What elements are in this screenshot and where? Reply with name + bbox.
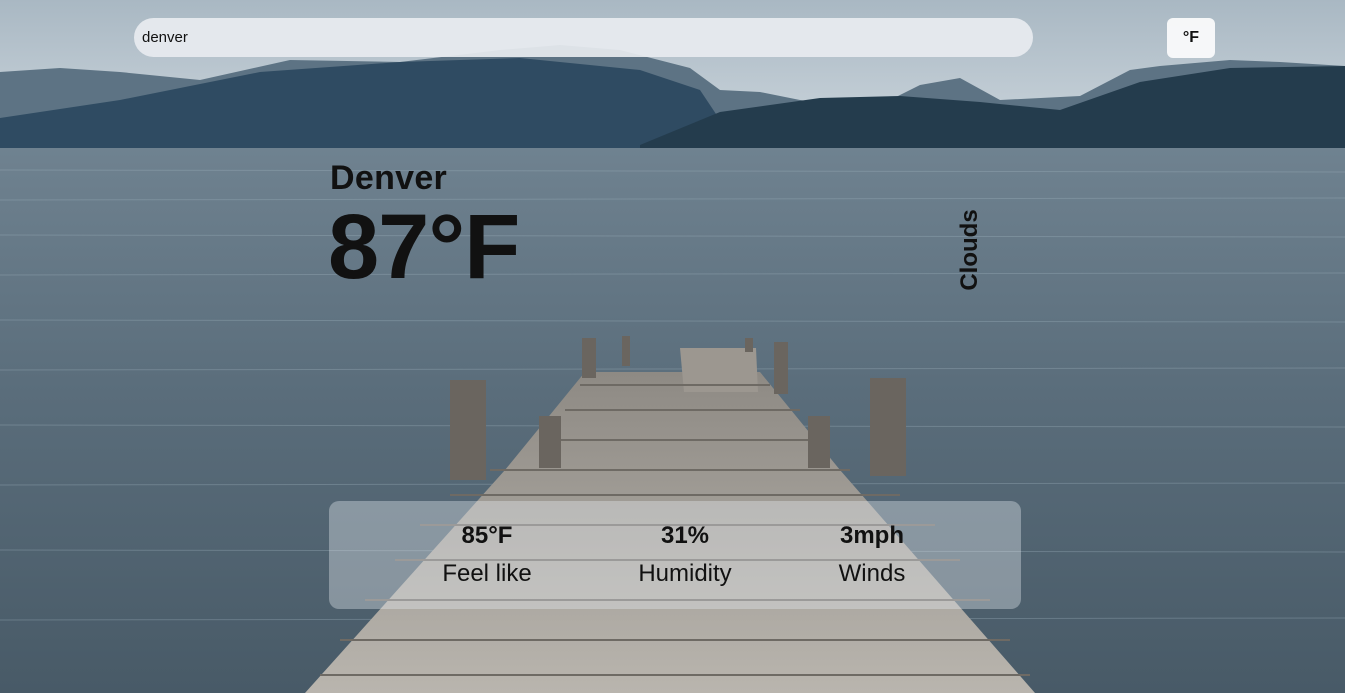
city-name: Denver — [330, 159, 448, 197]
winds-value: 3mph — [839, 522, 904, 549]
humidity-value: 31% — [660, 522, 710, 549]
city-search-input[interactable] — [134, 18, 1033, 57]
humidity-stat: 31% Humidity — [590, 521, 780, 589]
humidity-label: Humidity — [638, 560, 732, 587]
winds-label: Winds — [838, 560, 906, 587]
winds-stat: 3mph Winds — [777, 521, 967, 589]
feels-like-label: Feel like — [442, 560, 532, 587]
feels-like-value: 85°F — [461, 522, 513, 549]
weather-condition: Clouds — [956, 209, 983, 291]
unit-toggle-button[interactable]: °F — [1167, 18, 1215, 58]
weather-details-panel: 85°F Feel like 31% Humidity 3mph Winds — [329, 501, 1021, 609]
feels-like-stat: 85°F Feel like — [392, 521, 582, 589]
current-temperature: 87°F — [328, 196, 520, 298]
